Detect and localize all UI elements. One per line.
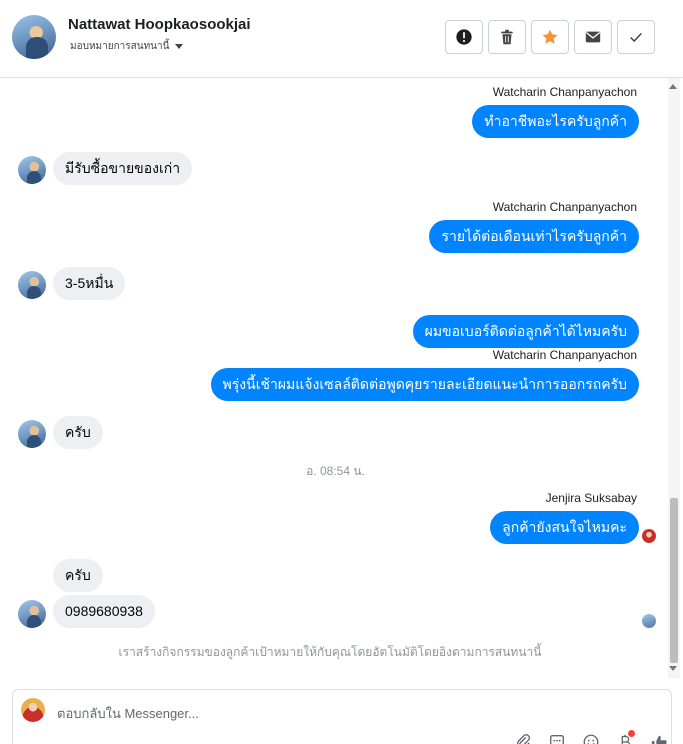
mark-spam-button[interactable] (445, 20, 483, 54)
delete-button[interactable] (488, 20, 526, 54)
saved-replies-icon (550, 735, 564, 744)
envelope-icon (585, 31, 601, 43)
contact-avatar-small (18, 271, 46, 299)
outgoing-message[interactable]: ผมขอเบอร์ติดต่อลูกค้าได้ไหมครับ (412, 315, 639, 348)
incoming-message[interactable]: ครับ (53, 559, 103, 592)
star-button[interactable] (531, 20, 569, 54)
outgoing-message[interactable]: รายได้ต่อเดือนเท่าไรครับลูกค้า (429, 220, 639, 253)
like-button[interactable] (649, 732, 669, 744)
saved-replies-button[interactable] (547, 732, 567, 744)
scroll-down-arrow-icon[interactable] (669, 666, 677, 671)
incoming-message[interactable]: 3-5หมื่น (53, 267, 126, 300)
paperclip-icon (516, 734, 530, 744)
emoji-button[interactable] (581, 732, 601, 744)
incoming-message[interactable]: 0989680938 (53, 595, 155, 628)
conversation-toolbar (445, 20, 655, 54)
seen-by-contact-avatar (642, 614, 656, 628)
agent-avatar (21, 698, 45, 722)
sender-name: Watcharin Chanpanyachon (492, 348, 637, 362)
thumbs-up-icon (651, 735, 667, 744)
sender-name: Jenjira Suksabay (545, 491, 637, 505)
payment-button[interactable] (615, 730, 635, 744)
scrollbar-thumb[interactable] (670, 498, 678, 663)
caret-down-icon (175, 44, 184, 49)
system-note: เราสร้างกิจกรรมของลูกค้าเป้าหมายให้กับคุ… (118, 645, 542, 659)
contact-avatar-small (18, 156, 46, 184)
mark-done-button[interactable] (617, 20, 655, 54)
incoming-message[interactable]: ครับ (53, 416, 103, 449)
contact-avatar[interactable] (12, 15, 56, 59)
notification-dot (628, 730, 635, 737)
composer-actions (513, 730, 669, 744)
message-thread[interactable]: Watcharin Chanpanyachon ทำอาชีพอะไรครับล… (0, 78, 683, 678)
outgoing-message[interactable]: ลูกค้ายังสนใจไหมคะ (490, 511, 639, 544)
outgoing-message[interactable]: ทำอาชีพอะไรครับลูกค้า (472, 105, 639, 138)
assign-conversation-label: มอบหมายการสนทนานี้ (70, 41, 170, 52)
alert-circle-icon (456, 29, 472, 45)
sender-name: Watcharin Chanpanyachon (492, 200, 637, 214)
check-icon (630, 32, 642, 43)
outgoing-message[interactable]: พรุ่งนี้เช้าผมแจ้งเซลล์ติดต่อพูดคุยรายละ… (210, 368, 639, 401)
conversation-header: Nattawat Hoopkaosookjai มอบหมายการสนทนาน… (0, 0, 683, 78)
assign-conversation-dropdown[interactable]: มอบหมายการสนทนานี้ (70, 39, 184, 54)
message-timestamp: อ. 08:54 น. (306, 464, 365, 478)
seen-by-agent-avatar (642, 529, 656, 543)
trash-icon (501, 29, 513, 45)
attach-button[interactable] (513, 732, 533, 744)
incoming-message[interactable]: มีรับซื้อขายของเก่า (53, 152, 193, 185)
scroll-up-arrow-icon[interactable] (669, 84, 677, 89)
reply-input[interactable] (57, 703, 577, 723)
contact-name[interactable]: Nattawat Hoopkaosookjai (68, 16, 251, 33)
contact-avatar-small (18, 600, 46, 628)
contact-avatar-small (18, 420, 46, 448)
reply-composer (12, 689, 672, 744)
sender-name: Watcharin Chanpanyachon (492, 85, 637, 99)
emoji-icon (583, 734, 599, 744)
mark-unread-button[interactable] (574, 20, 612, 54)
star-icon (542, 29, 558, 44)
